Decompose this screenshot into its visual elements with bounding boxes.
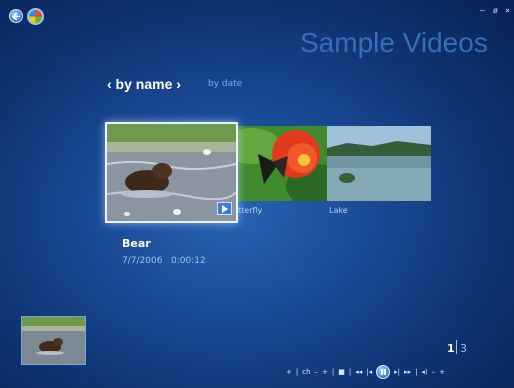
- page-current: 1: [447, 342, 455, 355]
- channel-label: ch: [302, 368, 311, 376]
- page-separator: [456, 340, 457, 354]
- restore-button[interactable]: ø: [493, 6, 498, 15]
- next-icon[interactable]: ▸|: [394, 368, 400, 376]
- close-button[interactable]: ×: [505, 6, 510, 15]
- tile-label-lake: Lake: [329, 206, 348, 215]
- play-icon: [222, 205, 228, 213]
- mute-icon[interactable]: ◂): [421, 368, 427, 376]
- page-total: 3: [460, 342, 467, 355]
- back-button[interactable]: [9, 9, 23, 23]
- transport-divider: |: [331, 368, 335, 376]
- video-tile-lake[interactable]: [327, 126, 431, 201]
- now-playing-thumbnail: [22, 317, 85, 364]
- transport-divider: |: [348, 368, 352, 376]
- sort-by-name[interactable]: ‹ by name ›: [107, 76, 181, 92]
- back-arrow-icon: [12, 12, 20, 21]
- stop-icon[interactable]: ■: [338, 368, 345, 376]
- transport-controls: + | ch – + | ■ | ◂◂ |◂ ▸| ▸▸ | ◂) – +: [286, 364, 512, 380]
- play-pause-icon[interactable]: [376, 365, 391, 379]
- media-center-start-button[interactable]: [27, 8, 44, 25]
- page-title: Sample Videos: [300, 27, 488, 58]
- rewind-icon[interactable]: ◂◂: [355, 368, 362, 376]
- selected-item-meta: 7/7/2006 0:00:12: [122, 256, 206, 266]
- channel-up-button[interactable]: +: [322, 368, 328, 376]
- tile-label-butterfly: tterfly: [238, 206, 263, 215]
- fast-forward-icon[interactable]: ▸▸: [404, 368, 411, 376]
- minimize-button[interactable]: –: [480, 6, 485, 15]
- previous-icon[interactable]: |◂: [366, 368, 372, 376]
- channel-down-button[interactable]: –: [315, 368, 319, 376]
- volume-down-button[interactable]: –: [432, 368, 436, 376]
- now-playing-preview[interactable]: [21, 316, 86, 365]
- selected-item-title: Bear: [122, 237, 151, 250]
- volume-up-icon[interactable]: +: [286, 368, 292, 376]
- transport-divider: |: [295, 368, 299, 376]
- lake-thumbnail: [327, 126, 431, 201]
- play-badge[interactable]: [217, 202, 232, 215]
- volume-up-button[interactable]: +: [439, 368, 445, 376]
- sort-by-date[interactable]: by date: [208, 79, 242, 89]
- butterfly-thumbnail: [236, 126, 330, 201]
- transport-divider: |: [415, 368, 418, 376]
- video-tile-butterfly[interactable]: [236, 126, 330, 201]
